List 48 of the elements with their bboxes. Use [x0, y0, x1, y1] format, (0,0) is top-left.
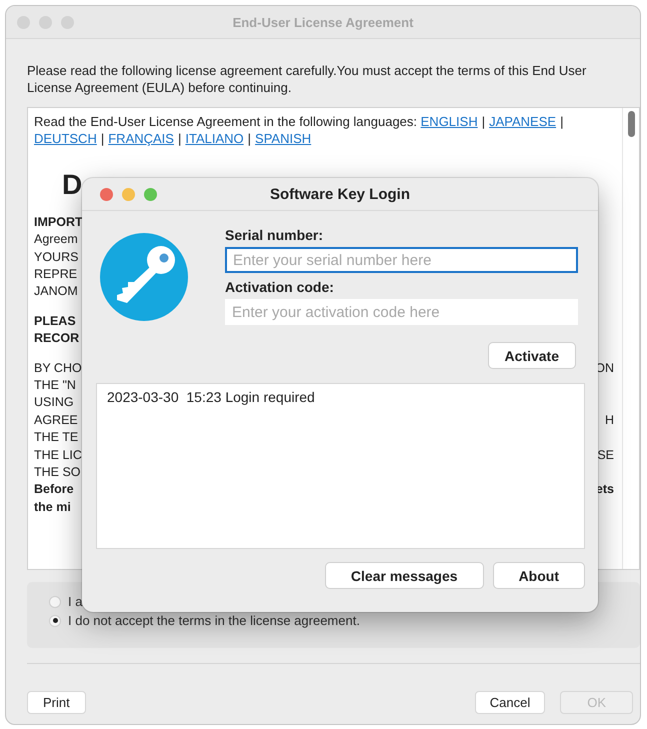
language-link[interactable]: ENGLISH [420, 114, 478, 129]
language-link[interactable]: ITALIANO [185, 131, 244, 146]
radio-button[interactable] [49, 614, 61, 626]
license-text: THE TE [34, 429, 78, 446]
license-text: Agreem [34, 231, 78, 248]
license-text: YOURS [34, 248, 78, 266]
license-text: THE SO [34, 464, 81, 481]
close-button[interactable] [100, 188, 113, 200]
license-text: THE LIC [34, 446, 82, 464]
key-icon [100, 233, 188, 321]
cancel-button[interactable]: Cancel [474, 691, 546, 714]
license-text: H [604, 412, 614, 429]
clear-messages-button[interactable]: Clear messages [324, 562, 484, 589]
license-text: THE "N [34, 376, 76, 394]
license-text: JANOM [34, 283, 78, 300]
zoom-button[interactable] [144, 188, 157, 200]
license-text: SE [597, 446, 614, 464]
language-link[interactable]: SPANISH [255, 131, 312, 146]
license-text: USING [34, 394, 74, 412]
license-text: PLEAS [34, 312, 76, 330]
instructions-text: Please read the following license agreement carefully.You must accept the terms of this End User License Agreement (EULA) before continuing. [27, 62, 588, 96]
serial-number-field[interactable]: Enter your serial number here [225, 247, 578, 273]
window-title: End-User License Agreement [232, 14, 414, 30]
license-text: Before [34, 481, 74, 498]
radio-label[interactable]: I do not accept the terms in the license agreement. [68, 613, 360, 628]
field-label: Activation code: [225, 279, 335, 295]
print-button[interactable]: Print [27, 691, 86, 714]
license-text: IMPORT [34, 214, 83, 231]
language-link[interactable]: DEUTSCH [34, 131, 97, 146]
activate-button[interactable]: Activate [488, 342, 576, 369]
radio-button[interactable] [49, 596, 61, 608]
radio-label[interactable]: I a [68, 594, 82, 609]
license-text: the mi [34, 498, 71, 516]
about-button[interactable]: About [492, 562, 585, 589]
license-text: REPRE [34, 266, 78, 283]
license-text: RECOR [34, 330, 80, 348]
language-link[interactable]: FRANÇAIS [108, 131, 174, 146]
scrollbar-thumb[interactable] [628, 111, 634, 137]
license-text: BY CHO [34, 360, 82, 377]
minimize-button[interactable] [122, 188, 135, 200]
license-heading: D [62, 168, 82, 202]
activation-code-field[interactable]: Enter your activation code here [225, 299, 578, 325]
field-label: Serial number: [225, 227, 324, 243]
log-message: 2023-03-30 15:23 Login required [107, 389, 316, 405]
license-text: AGREE [34, 412, 78, 429]
language-prompt: Read the End-User License Agreement in the following languages: ENGLISH | JAPANESE | DEUTSCH | FRANÇAIS | ITALIANO | SPANISH [34, 113, 564, 148]
dialog-title: Software Key Login [270, 186, 410, 202]
language-link[interactable]: JAPANESE [489, 114, 556, 129]
